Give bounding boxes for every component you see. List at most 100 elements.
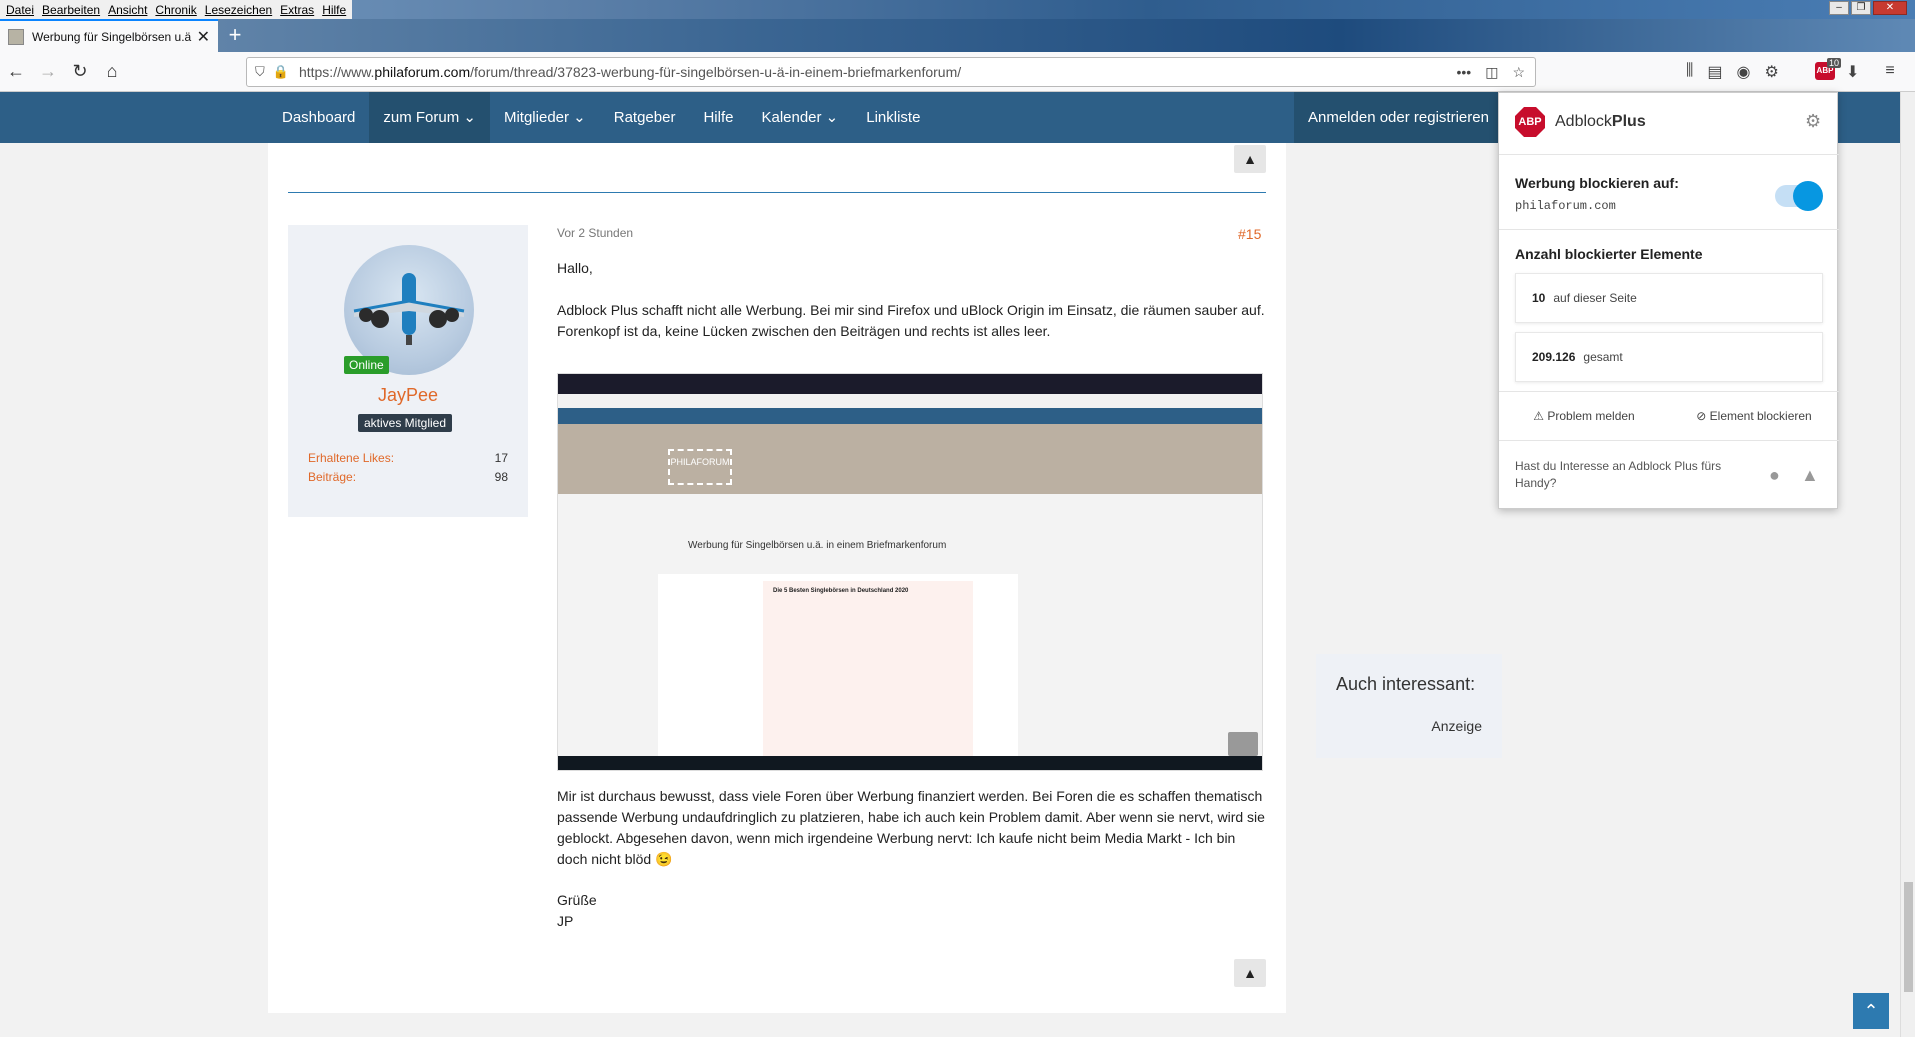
extension-icon[interactable]: ⚙ — [1764, 62, 1778, 82]
close-window-button[interactable]: ✕ — [1873, 1, 1907, 15]
library-icon[interactable]: ⫼ — [1686, 62, 1693, 82]
nav-mitglieder[interactable]: Mitglieder ⌄ — [490, 92, 600, 143]
post-container: ▲ Online JayPee aktives Mitglied Erhalte… — [268, 143, 1286, 1013]
menu-lesezeichen[interactable]: Lesezeichen — [201, 3, 276, 17]
sidebox-ad-label: Anzeige — [1431, 718, 1482, 734]
tracking-shield-icon[interactable]: ⛉ — [255, 64, 265, 80]
scrollbar-thumb[interactable] — [1904, 882, 1913, 992]
abp-toggle[interactable] — [1775, 181, 1823, 211]
menu-ansicht[interactable]: Ansicht — [104, 3, 151, 17]
post-number[interactable]: #15 — [1238, 226, 1261, 242]
rank-badge: aktives Mitglied — [358, 414, 453, 432]
abp-block-section: Werbung blockieren auf: philaforum.com — [1499, 155, 1839, 230]
favicon-icon — [8, 28, 24, 45]
report-warning-icon[interactable]: ▲ — [1234, 959, 1266, 987]
scroll-to-top-button[interactable]: ⌃ — [1853, 993, 1889, 1029]
nav-hilfe[interactable]: Hilfe — [689, 92, 747, 143]
screenshot-logo: PHILAFORUM — [668, 449, 732, 485]
nav-linkliste[interactable]: Linkliste — [852, 92, 934, 143]
page-actions-icon[interactable]: ••• — [1456, 64, 1471, 81]
abp-logo-icon: ABP — [1515, 107, 1545, 137]
abp-actions: ⚠ Problem melden ⊘ Element blockieren — [1499, 391, 1839, 441]
close-tab-icon[interactable]: ✕ — [197, 27, 210, 47]
abp-brand: AdblockPlus — [1555, 113, 1646, 130]
gear-icon[interactable]: ⚙ — [1805, 111, 1821, 132]
abp-domain: philaforum.com — [1515, 199, 1616, 213]
zoom-icon[interactable] — [1228, 732, 1258, 756]
lock-icon[interactable]: 🔒 — [273, 64, 289, 80]
screenshot-urlbar — [558, 394, 1262, 408]
likes-stat: Erhaltene Likes: 17 — [308, 451, 508, 465]
menubar: Datei Bearbeiten Ansicht Chronik Lesezei… — [0, 0, 353, 19]
abp-count-label: Anzahl blockierter Elemente — [1515, 246, 1703, 262]
posts-label[interactable]: Beiträge: — [308, 470, 356, 484]
tab-strip: Werbung für Singelbörsen u.ä. ✕ + — [0, 19, 1915, 52]
posts-value: 98 — [494, 470, 508, 484]
maximize-button[interactable]: ❐ — [1851, 1, 1871, 15]
nav-kalender[interactable]: Kalender ⌄ — [747, 92, 852, 143]
new-tab-icon[interactable]: + — [222, 23, 248, 49]
abp-total-count: 209.126 gesamt — [1515, 332, 1823, 382]
embedded-screenshot[interactable]: PHILAFORUM Werbung für Singelbörsen u.ä.… — [557, 373, 1263, 771]
window-controls: – ❐ ✕ — [1829, 1, 1907, 15]
menu-bearbeiten[interactable]: Bearbeiten — [38, 3, 104, 17]
online-badge: Online — [344, 356, 389, 374]
extension2-icon[interactable]: ⬇ — [1846, 62, 1859, 82]
nav-ratgeber[interactable]: Ratgeber — [600, 92, 690, 143]
browser-tab[interactable]: Werbung für Singelbörsen u.ä. ✕ — [0, 19, 218, 52]
screenshot-ad — [763, 581, 973, 756]
screenshot-nav — [558, 408, 1262, 424]
sidebox-title: Auch interessant: — [1336, 674, 1476, 694]
nav-zum-forum[interactable]: zum Forum ⌄ — [369, 92, 490, 143]
adblock-popup: ABP AdblockPlus ⚙ Werbung blockieren auf… — [1498, 92, 1839, 509]
tab-title: Werbung für Singelbörsen u.ä. — [32, 29, 192, 44]
login-register-link[interactable]: Anmelden oder registrieren — [1294, 92, 1503, 143]
hamburger-menu-icon[interactable]: ≡ — [1885, 62, 1894, 82]
post-separator — [288, 192, 1266, 193]
abp-mobile-text: Hast du Interesse an Adblock Plus fürs H… — [1515, 459, 1722, 490]
account-icon[interactable]: ◉ — [1737, 62, 1751, 82]
likes-label[interactable]: Erhaltene Likes: — [308, 451, 394, 465]
pocket-icon[interactable]: ◫ — [1485, 64, 1498, 81]
nav-toolbar: ← → ↻ ⌂ ⛉ 🔒 https://www.philaforum.com/f… — [0, 52, 1915, 92]
menu-hilfe[interactable]: Hilfe — [318, 3, 350, 17]
post-time[interactable]: Vor 2 Stunden — [557, 226, 633, 240]
post-signature: JP — [557, 913, 574, 929]
android-icon[interactable]: ▲ — [1801, 465, 1819, 486]
apple-icon[interactable]: ● — [1769, 465, 1780, 486]
screenshot-browser-chrome — [558, 374, 1262, 394]
menu-datei[interactable]: Datei — [2, 3, 38, 17]
url-bar[interactable]: ⛉ 🔒 https://www.philaforum.com/forum/thr… — [246, 57, 1536, 87]
screenshot-taskbar — [558, 756, 1262, 770]
post-paragraph-1: Adblock Plus schafft nicht alle Werbung.… — [557, 302, 1265, 339]
minimize-button[interactable]: – — [1829, 1, 1849, 15]
bookmark-star-icon[interactable]: ☆ — [1512, 64, 1525, 81]
report-warning-icon[interactable]: ▲ — [1234, 145, 1266, 173]
sidebar-ad-box: Auch interessant: Anzeige — [1316, 654, 1502, 758]
element-blockieren-button[interactable]: ⊘ Element blockieren — [1669, 392, 1839, 440]
sidebar-icon[interactable]: ▤ — [1707, 62, 1722, 82]
adblock-badge: 10 — [1827, 58, 1842, 68]
posts-stat: Beiträge: 98 — [308, 470, 508, 484]
menu-chronik[interactable]: Chronik — [151, 3, 200, 17]
page-scrollbar[interactable] — [1900, 92, 1915, 1037]
abp-block-label: Werbung blockieren auf: — [1515, 175, 1679, 191]
abp-page-count: 10 auf dieser Seite — [1515, 273, 1823, 323]
screenshot-banner — [558, 424, 1262, 494]
post-paragraph-2: Mir ist durchaus bewusst, dass viele For… — [557, 788, 1265, 867]
menu-extras[interactable]: Extras — [276, 3, 318, 17]
url-text[interactable]: https://www.philaforum.com/forum/thread/… — [299, 64, 961, 80]
abp-header: ABP AdblockPlus ⚙ — [1499, 93, 1839, 155]
back-icon[interactable]: ← — [4, 60, 28, 84]
home-icon[interactable]: ⌂ — [100, 60, 124, 84]
username[interactable]: JayPee — [288, 385, 528, 406]
post-greeting: Hallo, — [557, 260, 593, 276]
nav-dashboard[interactable]: Dashboard — [268, 92, 369, 143]
reload-icon[interactable]: ↻ — [68, 60, 92, 84]
problem-melden-button[interactable]: ⚠ Problem melden — [1499, 392, 1669, 440]
screenshot-thread-title: Werbung für Singelbörsen u.ä. in einem B… — [688, 540, 947, 551]
likes-value: 17 — [494, 451, 508, 465]
forward-icon[interactable]: → — [36, 60, 60, 84]
screenshot-ad-title: Die 5 Besten Singlebörsen in Deutschland… — [773, 588, 909, 594]
post-closing: Grüße — [557, 892, 597, 908]
